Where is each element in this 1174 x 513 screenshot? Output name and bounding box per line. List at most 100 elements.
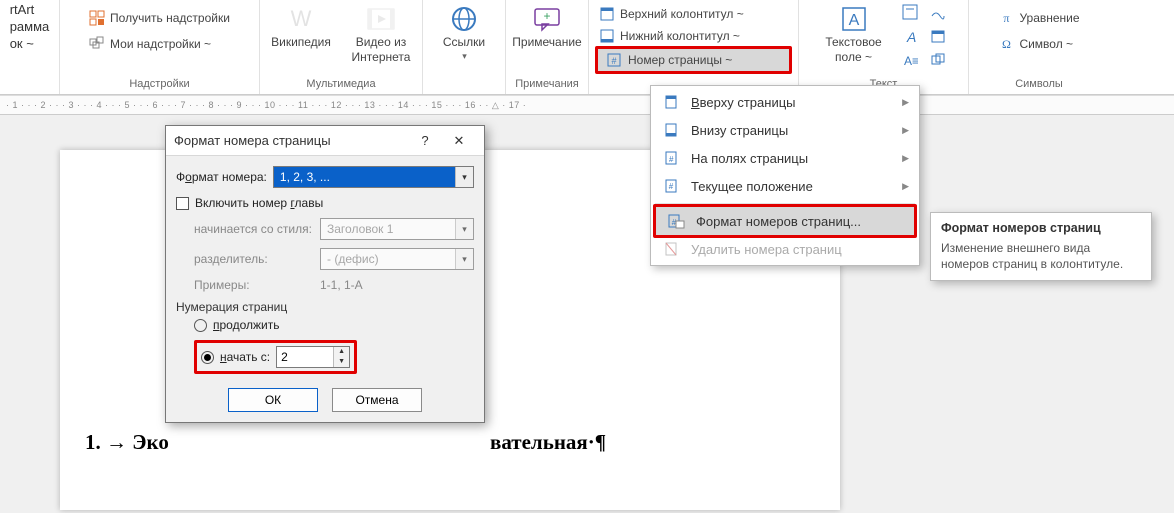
dropcap-button[interactable]: A <box>899 26 921 46</box>
page-number-highlight: # Номер страницы ~ <box>595 46 792 74</box>
group-symbols: π Уравнение Ω Символ ~ Символы <box>969 0 1109 94</box>
number-format-value: 1, 2, 3, ... <box>274 170 455 184</box>
wordart-button[interactable] <box>899 2 921 22</box>
format-icon: # <box>666 212 686 230</box>
comment-button[interactable]: + Примечание <box>512 2 582 49</box>
start-at-spinner[interactable]: ▲ ▼ <box>276 346 350 368</box>
spin-down[interactable]: ▼ <box>334 357 349 367</box>
menu-current-position[interactable]: # Текущее положение ▶ <box>651 172 919 200</box>
wikipedia-button[interactable]: W Википедия <box>266 2 336 49</box>
my-addins-button[interactable]: Мои надстройки ~ <box>85 34 215 54</box>
horizontal-ruler[interactable]: · 1 · · · 2 · · · 3 · · · 4 · · · 5 · · … <box>0 95 1174 115</box>
number-format-combo[interactable]: 1, 2, 3, ... ▾ <box>273 166 474 188</box>
starts-style-label: начинается со стиля: <box>194 222 314 236</box>
chevron-down-icon: ▾ <box>462 51 467 62</box>
document-text-right: вательная·¶ <box>490 430 606 455</box>
wordart-gallery-button[interactable]: A≡ <box>899 50 921 70</box>
dialog-title: Формат номера страницы <box>174 133 331 148</box>
ruler-text: · 1 · · · 2 · · · 3 · · · 4 · · · 5 · · … <box>6 100 526 111</box>
equation-label: Уравнение <box>1019 11 1079 25</box>
ok-button[interactable]: ОК <box>228 388 318 412</box>
submenu-arrow-icon: ▶ <box>902 97 909 108</box>
links-label: Ссылки <box>443 36 485 49</box>
menu-bottom-of-page[interactable]: Внизу страницы ▶ <box>651 116 919 144</box>
pi-icon: π <box>998 10 1014 26</box>
textbox-button[interactable]: A Текстовое поле ~ <box>819 2 889 64</box>
header-label: Верхний колонтитул ~ <box>620 7 744 21</box>
menu-remove-label: Удалить номера страниц <box>691 242 909 257</box>
svg-text:A: A <box>906 29 916 44</box>
links-button[interactable]: Ссылки ▾ <box>429 2 499 62</box>
group-comments: + Примечание Примечания <box>506 0 589 94</box>
svg-text:W: W <box>291 8 312 30</box>
start-at-input[interactable] <box>277 350 333 364</box>
get-addins-button[interactable]: Получить надстройки <box>85 8 234 28</box>
starts-style-combo: Заголовок 1 ▾ <box>320 218 474 240</box>
help-button[interactable]: ? <box>408 133 442 148</box>
omega-icon: Ω <box>998 36 1014 52</box>
equation-button[interactable]: π Уравнение <box>994 8 1083 28</box>
header-button[interactable]: Верхний колонтитул ~ <box>595 4 792 24</box>
menu-bottom-label: Внизу страницы <box>691 123 892 138</box>
online-video-button[interactable]: Видео из Интернета <box>346 2 416 64</box>
comments-group-label: Примечания <box>515 78 579 94</box>
menu-format-page-numbers[interactable]: # Формат номеров страниц... <box>656 207 914 235</box>
page-number-icon: # <box>606 52 622 68</box>
remove-icon <box>661 240 681 258</box>
page-number-label: Номер страницы ~ <box>628 53 732 67</box>
wikipedia-icon: W <box>286 4 316 34</box>
chevron-down-icon[interactable]: ▾ <box>455 167 473 187</box>
dialog-titlebar[interactable]: Формат номера страницы ? ✕ <box>166 126 484 156</box>
page-top-icon <box>661 93 681 111</box>
close-button[interactable]: ✕ <box>442 133 476 149</box>
textbox-l2: поле ~ <box>835 51 872 64</box>
tooltip-body: Изменение внешнего вида номеров страниц … <box>941 241 1141 272</box>
menu-margins-label: На полях страницы <box>691 151 892 166</box>
continue-radio[interactable] <box>194 319 207 332</box>
examples-value: 1-1, 1-A <box>320 278 363 292</box>
partial-l3: ок ~ <box>10 36 34 51</box>
partial-l2: рамма <box>10 19 50 34</box>
symbol-label: Символ ~ <box>1019 37 1073 51</box>
ribbon: rtArt рамма ок ~ Получить надстройки Мои… <box>0 0 1174 95</box>
svg-text:#: # <box>611 56 616 66</box>
chevron-down-icon: ▾ <box>455 219 473 239</box>
object-button[interactable] <box>927 50 949 70</box>
chevron-down-icon: ▾ <box>455 249 473 269</box>
menu-current-label: Текущее положение <box>691 179 892 194</box>
symbols-group-label: Символы <box>1015 78 1063 94</box>
examples-label: Примеры: <box>194 278 314 292</box>
video-l2: Интернета <box>352 51 411 64</box>
wikipedia-label: Википедия <box>271 36 331 49</box>
spin-up[interactable]: ▲ <box>334 347 349 357</box>
date-time-button[interactable] <box>927 26 949 46</box>
footer-icon <box>599 28 615 44</box>
svg-text:#: # <box>669 155 674 164</box>
include-chapter-checkbox[interactable] <box>176 197 189 210</box>
symbol-button[interactable]: Ω Символ ~ <box>994 34 1077 54</box>
page-current-icon: # <box>661 177 681 195</box>
include-chapter-label: Включить номер главы <box>195 196 323 210</box>
menu-top-of-page[interactable]: Вверху страницы ▶ <box>651 88 919 116</box>
textbox-icon: A <box>839 4 869 34</box>
tooltip-title: Формат номеров страниц <box>941 221 1141 235</box>
video-l1: Видео из <box>356 36 407 49</box>
group-header-footer: Верхний колонтитул ~ Нижний колонтитул ~… <box>589 0 799 94</box>
get-addins-label: Получить надстройки <box>110 11 230 25</box>
page-number-menu: Вверху страницы ▶ Внизу страницы ▶ # На … <box>650 85 920 266</box>
film-icon <box>366 4 396 34</box>
page-number-format-dialog: Формат номера страницы ? ✕ Формат номера… <box>165 125 485 423</box>
svg-text:#: # <box>669 182 674 191</box>
start-at-radio[interactable] <box>201 351 214 364</box>
page-bottom-icon <box>661 121 681 139</box>
cancel-button[interactable]: Отмена <box>332 388 422 412</box>
store-icon <box>89 10 105 26</box>
menu-page-margins[interactable]: # На полях страницы ▶ <box>651 144 919 172</box>
comment-label: Примечание <box>512 36 581 49</box>
menu-top-label: Вверху страницы <box>691 95 892 110</box>
signature-line-button[interactable] <box>927 2 949 22</box>
page-number-button[interactable]: # Номер страницы ~ <box>598 49 789 71</box>
footer-button[interactable]: Нижний колонтитул ~ <box>595 26 792 46</box>
separator-value: - (дефис) <box>321 252 455 266</box>
tooltip: Формат номеров страниц Изменение внешнег… <box>930 212 1152 281</box>
